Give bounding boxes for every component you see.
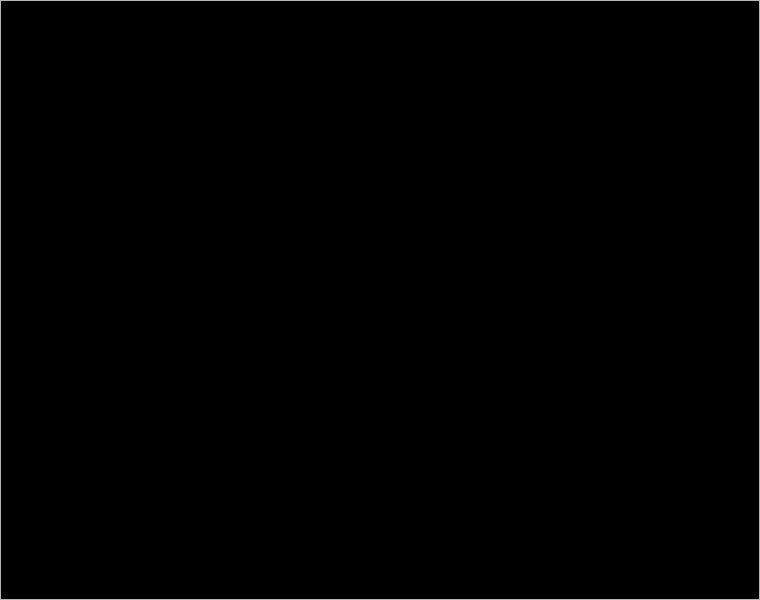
astrolog-window [0, 0, 760, 600]
info-panel [602, 0, 760, 600]
